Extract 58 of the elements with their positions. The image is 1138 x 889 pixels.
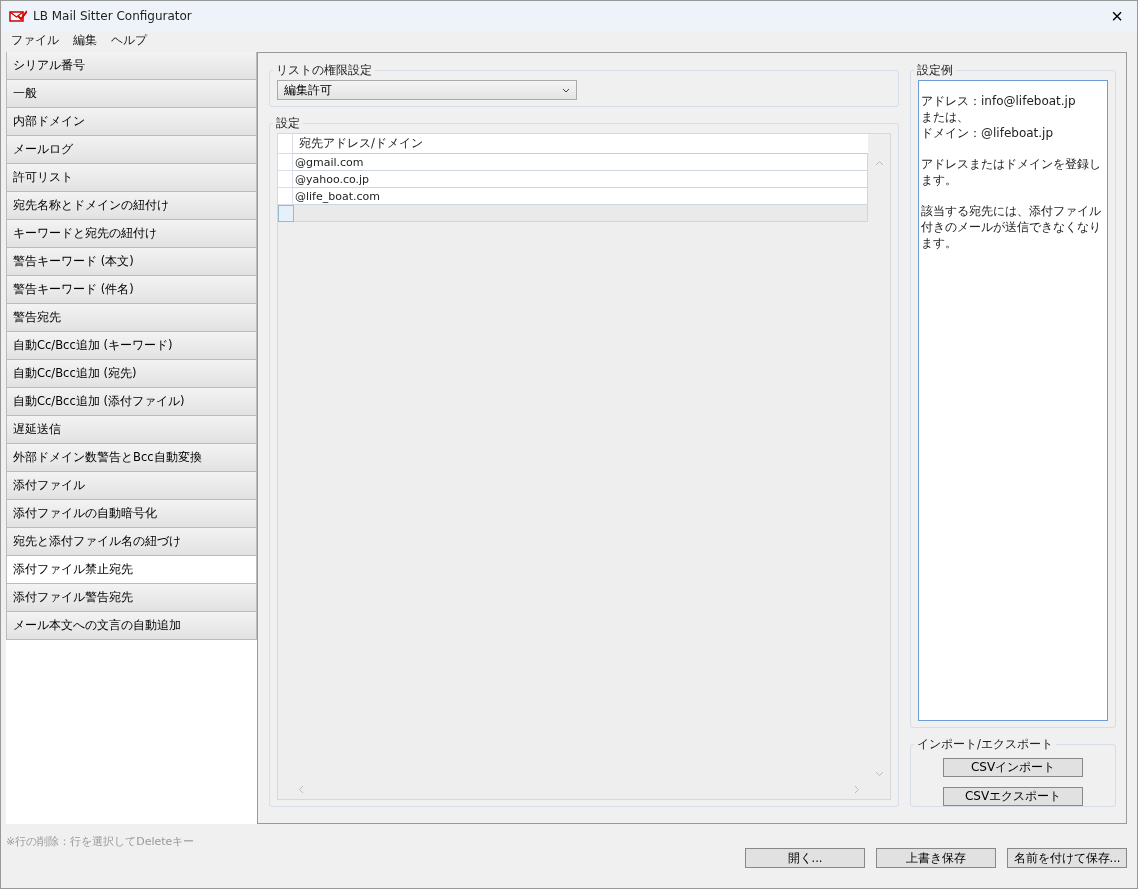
table-cell[interactable]: @yahoo.co.jp	[293, 171, 868, 188]
sidebar-item[interactable]: 警告キーワード (件名)	[6, 276, 257, 304]
sidebar-item[interactable]: 警告キーワード (本文)	[6, 248, 257, 276]
app-logo-icon	[9, 10, 27, 22]
sidebar-item[interactable]: シリアル番号	[6, 52, 257, 80]
csv-button[interactable]: CSVインポート	[943, 758, 1083, 777]
group-title: インポート/エクスポート	[916, 737, 1054, 752]
window-title: LB Mail Sitter Configurator	[33, 9, 193, 23]
corner-header	[278, 134, 293, 154]
sidebar-item[interactable]: メールログ	[6, 136, 257, 164]
scroll-left-icon	[298, 785, 304, 794]
sidebar-item[interactable]: 宛先名称とドメインの紐付け	[6, 192, 257, 220]
sidebar-item[interactable]: メール本文への文言の自動追加	[6, 612, 257, 640]
delete-hint: ※行の削除：行を選択してDeleteキー	[6, 834, 196, 849]
example-text: ドメイン：@lifeboat.jp	[921, 125, 1055, 141]
example-text: または、	[921, 109, 970, 125]
file-button[interactable]: 開く...	[745, 848, 865, 868]
sidebar-item[interactable]: 自動Cc/Bcc追加 (添付ファイル)	[6, 388, 257, 416]
file-button[interactable]: 上書き保存	[876, 848, 996, 868]
sidebar-item[interactable]: 添付ファイル警告宛先	[6, 584, 257, 612]
example-text: アドレスまたはドメインを登録します。	[921, 156, 1102, 188]
group-title: 設定	[275, 116, 301, 131]
csv-button[interactable]: CSVエクスポート	[943, 787, 1083, 806]
sidebar-item[interactable]: 自動Cc/Bcc追加 (キーワード)	[6, 332, 257, 360]
row-header[interactable]	[278, 205, 294, 222]
sidebar-item[interactable]: 宛先と添付ファイル名の紐づけ	[6, 528, 257, 556]
table-cell[interactable]: @gmail.com	[293, 154, 868, 171]
row-header[interactable]	[278, 154, 293, 171]
sidebar-item[interactable]: 自動Cc/Bcc追加 (宛先)	[6, 360, 257, 388]
close-button[interactable]: ×	[1097, 1, 1137, 31]
menu-item[interactable]: 編集	[73, 31, 97, 49]
column-header[interactable]: 宛先アドレス/ドメイン	[293, 134, 868, 154]
sidebar-item[interactable]: 添付ファイル	[6, 472, 257, 500]
new-row-cell[interactable]	[294, 205, 868, 222]
table-cell[interactable]: @life_boat.com	[293, 188, 868, 205]
permission-dropdown[interactable]: 編集許可	[277, 80, 577, 100]
scroll-up-icon	[875, 160, 884, 166]
sidebar-item[interactable]: 添付ファイル禁止宛先	[6, 556, 257, 584]
scroll-right-icon	[854, 785, 860, 794]
sidebar-item[interactable]: 許可リスト	[6, 164, 257, 192]
sidebar-item[interactable]: キーワードと宛先の紐付け	[6, 220, 257, 248]
sidebar-item[interactable]: 添付ファイルの自動暗号化	[6, 500, 257, 528]
sidebar-item[interactable]: 遅延送信	[6, 416, 257, 444]
group-title: 設定例	[916, 63, 954, 78]
file-button[interactable]: 名前を付けて保存...	[1007, 848, 1127, 868]
menu-item[interactable]: ファイル	[11, 31, 59, 49]
sidebar-item[interactable]: 内部ドメイン	[6, 108, 257, 136]
row-header[interactable]	[278, 188, 293, 205]
example-text: 該当する宛先には、添付ファイル付きのメールが送信できなくなります。	[921, 203, 1102, 251]
chevron-down-icon	[562, 87, 570, 93]
sidebar-item[interactable]: 一般	[6, 80, 257, 108]
example-text: アドレス：info@lifeboat.jp	[921, 93, 1077, 109]
menu-item[interactable]: ヘルプ	[111, 31, 147, 49]
sidebar-item[interactable]: 警告宛先	[6, 304, 257, 332]
row-header[interactable]	[278, 171, 293, 188]
group-title: リストの権限設定	[275, 63, 373, 78]
scroll-down-icon	[875, 771, 884, 777]
sidebar-item[interactable]: 外部ドメイン数警告とBcc自動変換	[6, 444, 257, 472]
